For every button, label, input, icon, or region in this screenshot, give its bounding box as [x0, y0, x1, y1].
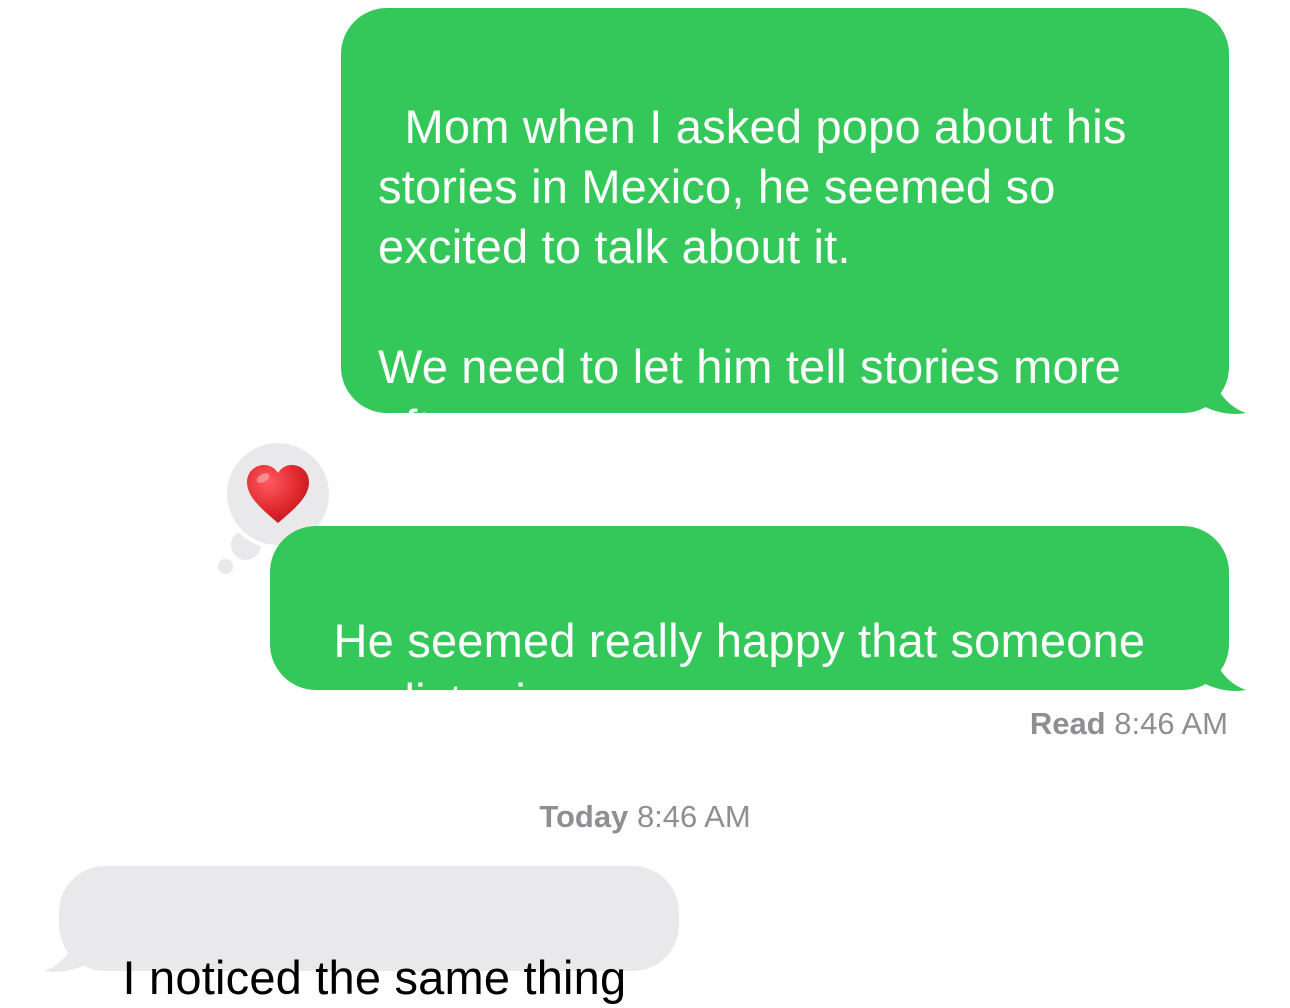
bubble-tail: [1190, 647, 1246, 691]
message-text: Mom when I asked popo about his stories …: [378, 100, 1127, 453]
read-time: 8:46 AM: [1114, 706, 1228, 741]
read-receipt: Read 8:46 AM: [1030, 706, 1228, 742]
bubble-tail: [1190, 370, 1246, 414]
reaction-tail-dot: [218, 559, 233, 574]
message-text: I noticed the same thing: [122, 951, 627, 1004]
received-message-bubble[interactable]: I noticed the same thing: [59, 866, 679, 1004]
heart-icon: [247, 465, 309, 523]
timestamp-day: Today: [539, 799, 629, 834]
timestamp-divider: Today 8:46 AM: [0, 799, 1290, 835]
sent-message-bubble[interactable]: Mom when I asked popo about his stories …: [341, 8, 1229, 453]
read-label: Read: [1029, 706, 1106, 741]
timestamp-time: 8:46 AM: [636, 799, 751, 834]
sent-message-bubble[interactable]: He seemed really happy that someone was …: [270, 526, 1229, 727]
